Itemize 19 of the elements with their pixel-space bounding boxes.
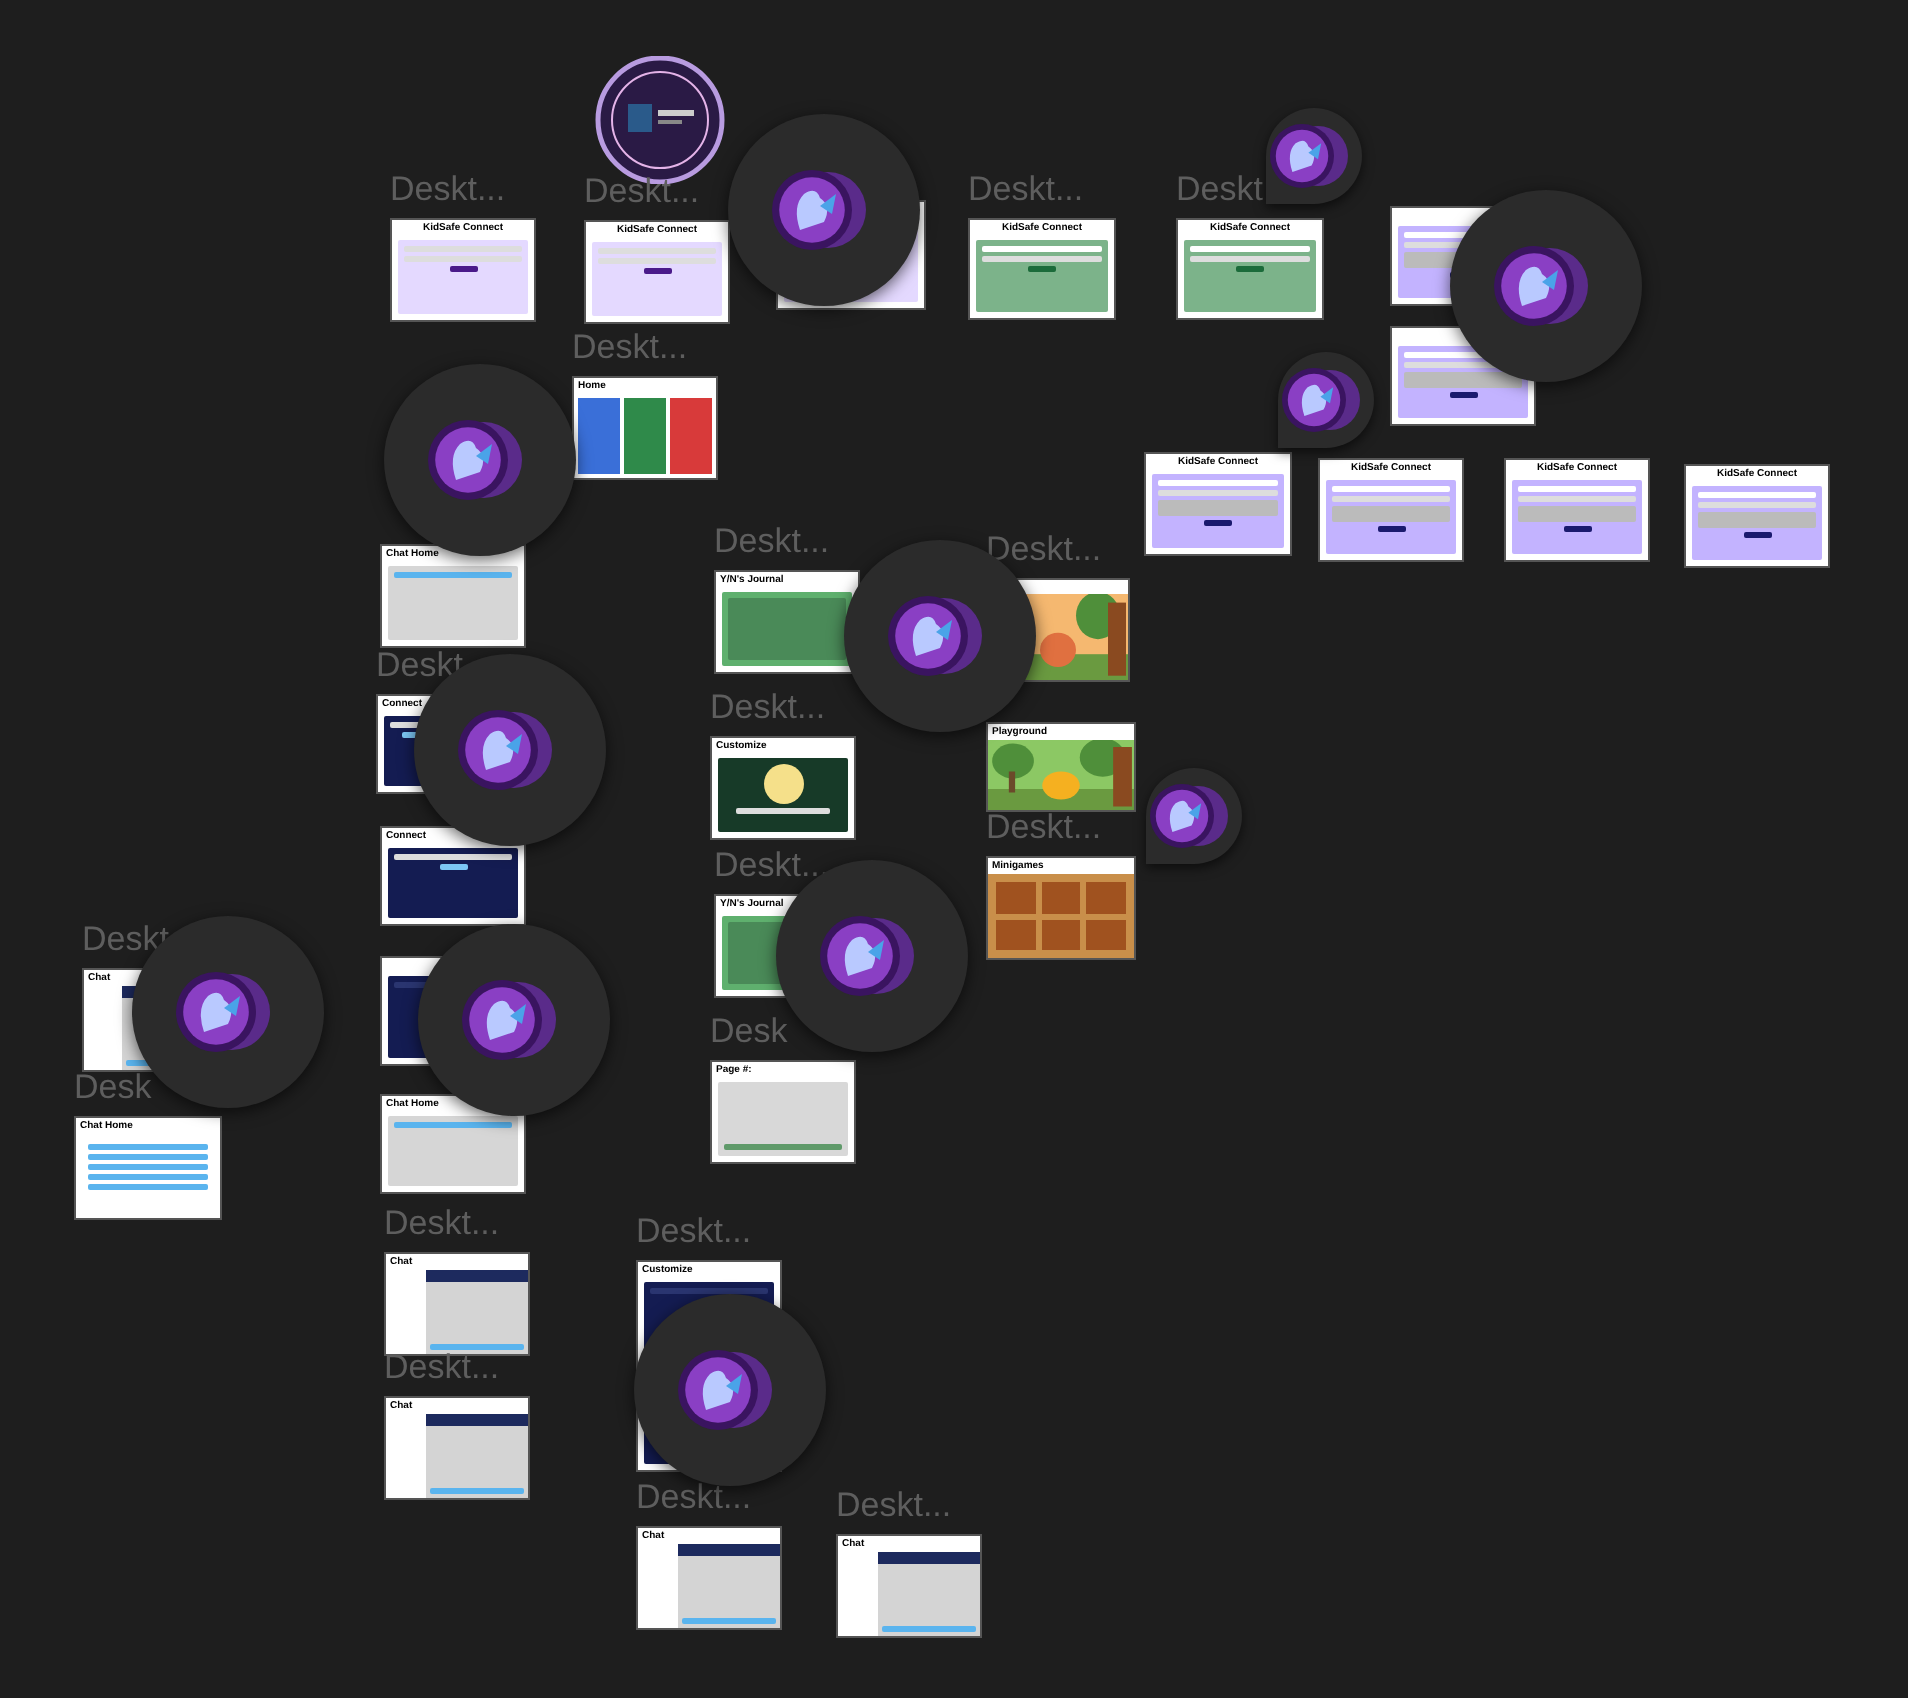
comment-pin-tooltip[interactable] [1266,108,1362,204]
comment-tooltip[interactable] [728,114,920,306]
content-panel [718,758,848,832]
form-panel [1692,486,1822,560]
form-panel [398,240,528,314]
content-panel [722,592,852,666]
comment-pin-tooltip[interactable] [1278,352,1374,448]
comment-pin-tooltip[interactable] [1146,768,1242,864]
form-panel [1512,480,1642,554]
form-panel [976,240,1108,312]
form-panel [592,242,722,316]
content-panel [388,848,518,918]
form-panel [1152,474,1284,548]
content-panel [388,1116,518,1186]
form-panel [1184,240,1316,312]
form-panel [1326,480,1456,554]
menu-tiles [574,394,716,478]
content-panel [388,566,518,640]
content-panel [718,1082,848,1156]
